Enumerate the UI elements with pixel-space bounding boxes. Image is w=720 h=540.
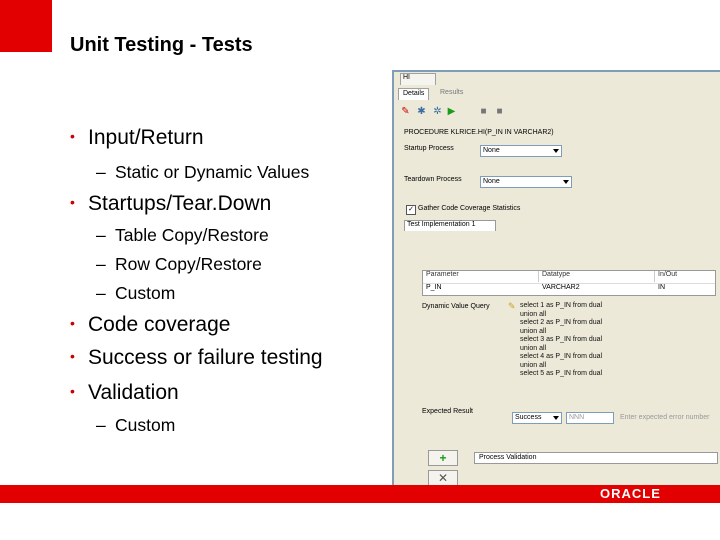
teardown-label: Teardown Process bbox=[404, 176, 462, 183]
toolbar: ✎ ✱ ✲ ▶ ■ ■ bbox=[398, 104, 718, 120]
bullet-item: • Validation bbox=[70, 381, 179, 405]
dash-icon: – bbox=[96, 225, 106, 245]
teardown-value: None bbox=[483, 178, 500, 185]
table-cell[interactable]: IN bbox=[655, 283, 715, 294]
disk-icon[interactable]: ■ bbox=[494, 106, 505, 117]
expected-result-value: Success bbox=[515, 414, 542, 421]
oracle-logo: ORACLE bbox=[600, 486, 661, 501]
sql-line: union all bbox=[520, 344, 547, 352]
brand-corner bbox=[0, 0, 52, 52]
process-validation-item[interactable]: Process Validation bbox=[474, 452, 718, 464]
procedure-signature: PROCEDURE KLRICE.HI(P_IN IN VARCHAR2) bbox=[404, 129, 554, 136]
column-header: Datatype bbox=[539, 271, 655, 282]
expected-result-label: Expected Result bbox=[422, 408, 473, 415]
bullet-dot-icon: • bbox=[70, 383, 75, 399]
startup-value: None bbox=[483, 147, 500, 154]
chevron-down-icon bbox=[553, 149, 559, 153]
unit-test-screenshot: HI Details Results ✎ ✱ ✲ ▶ ■ ■ PROCEDURE… bbox=[392, 70, 720, 487]
sql-line: select 5 as P_IN from dual bbox=[520, 370, 603, 377]
error-number-input[interactable]: NNN bbox=[566, 412, 614, 424]
sub-bullet-item: – Custom bbox=[96, 415, 175, 436]
sql-line: union all bbox=[520, 361, 547, 369]
tab-results[interactable]: Results bbox=[436, 88, 467, 100]
coverage-label: Gather Code Coverage Statistics bbox=[418, 205, 521, 212]
bullet-text: Code coverage bbox=[88, 313, 231, 336]
run-icon[interactable]: ▶ bbox=[446, 106, 457, 117]
sub-bullet-text: Custom bbox=[115, 415, 176, 435]
table-cell[interactable]: P_IN bbox=[423, 283, 539, 294]
pencil-icon[interactable]: ✎ bbox=[508, 302, 517, 311]
pin-icon[interactable]: ✎ bbox=[400, 106, 411, 117]
dynamic-value-query-text[interactable]: select 1 as P_IN from dual union all sel… bbox=[520, 302, 628, 379]
close-icon[interactable]: ✕ bbox=[428, 470, 458, 486]
coverage-checkbox[interactable]: ✓ bbox=[406, 205, 416, 215]
bullet-text: Validation bbox=[88, 381, 179, 404]
sub-bullet-text: Table Copy/Restore bbox=[115, 225, 269, 245]
sub-bullet-item: – Custom bbox=[96, 283, 175, 304]
chevron-down-icon bbox=[563, 180, 569, 184]
startup-label: Startup Process bbox=[404, 145, 454, 152]
slide-title: Unit Testing - Tests bbox=[70, 34, 253, 56]
sql-line: select 4 as P_IN from dual bbox=[520, 353, 603, 360]
column-header: In/Out bbox=[658, 271, 678, 278]
sub-bullet-item: – Row Copy/Restore bbox=[96, 254, 262, 275]
dash-icon: – bbox=[96, 162, 106, 182]
column-header: Parameter bbox=[423, 271, 539, 282]
teardown-select[interactable]: None bbox=[480, 176, 572, 188]
dash-icon: – bbox=[96, 283, 106, 303]
add-icon[interactable]: + bbox=[428, 450, 458, 466]
sub-bullet-text: Custom bbox=[115, 283, 176, 303]
sql-line: select 1 as P_IN from dual bbox=[520, 302, 603, 309]
tab-details[interactable]: Details bbox=[398, 88, 430, 100]
table-cell[interactable]: VARCHAR2 bbox=[539, 283, 655, 294]
bullet-item: • Input/Return bbox=[70, 126, 204, 150]
bullet-item: • Success or failure testing bbox=[70, 346, 323, 370]
chevron-down-icon bbox=[553, 416, 559, 420]
parameters-table: Parameter Datatype In/Out P_IN VARCHAR2 … bbox=[422, 270, 716, 296]
dash-icon: – bbox=[96, 415, 106, 435]
bullet-text: Startups/Tear.Down bbox=[88, 192, 272, 215]
bullet-dot-icon: • bbox=[70, 315, 75, 331]
expected-result-select[interactable]: Success bbox=[512, 412, 562, 424]
validation-buttons: + ✕ bbox=[428, 450, 460, 487]
bullet-text: Input/Return bbox=[88, 126, 204, 149]
bullet-dot-icon: • bbox=[70, 128, 75, 144]
bullet-dot-icon: • bbox=[70, 348, 75, 364]
settings-icon[interactable]: ✱ bbox=[416, 106, 427, 117]
bullet-item: • Code coverage bbox=[70, 313, 230, 337]
sql-line: union all bbox=[520, 310, 547, 318]
error-hint: Enter expected error number bbox=[620, 414, 710, 421]
disk-icon[interactable]: ■ bbox=[478, 106, 489, 117]
sql-line: union all bbox=[520, 327, 547, 335]
sub-bullet-text: Row Copy/Restore bbox=[115, 254, 262, 274]
bullet-dot-icon: • bbox=[70, 194, 75, 210]
dynamic-value-query-label: Dynamic Value Query bbox=[422, 303, 490, 310]
document-tab[interactable]: HI bbox=[400, 73, 436, 85]
error-placeholder: NNN bbox=[569, 414, 585, 421]
sql-line: select 3 as P_IN from dual bbox=[520, 336, 603, 343]
bullet-item: • Startups/Tear.Down bbox=[70, 192, 271, 216]
sql-line: select 2 as P_IN from dual bbox=[520, 319, 603, 326]
dash-icon: – bbox=[96, 254, 106, 274]
debug-icon[interactable]: ✲ bbox=[432, 106, 443, 117]
startup-select[interactable]: None bbox=[480, 145, 562, 157]
sub-bullet-text: Static or Dynamic Values bbox=[115, 162, 310, 182]
sub-bullet-item: – Static or Dynamic Values bbox=[96, 162, 309, 183]
bullet-text: Success or failure testing bbox=[88, 346, 323, 369]
tab-test-implementation[interactable]: Test Implementation 1 bbox=[404, 220, 496, 231]
sub-bullet-item: – Table Copy/Restore bbox=[96, 225, 269, 246]
